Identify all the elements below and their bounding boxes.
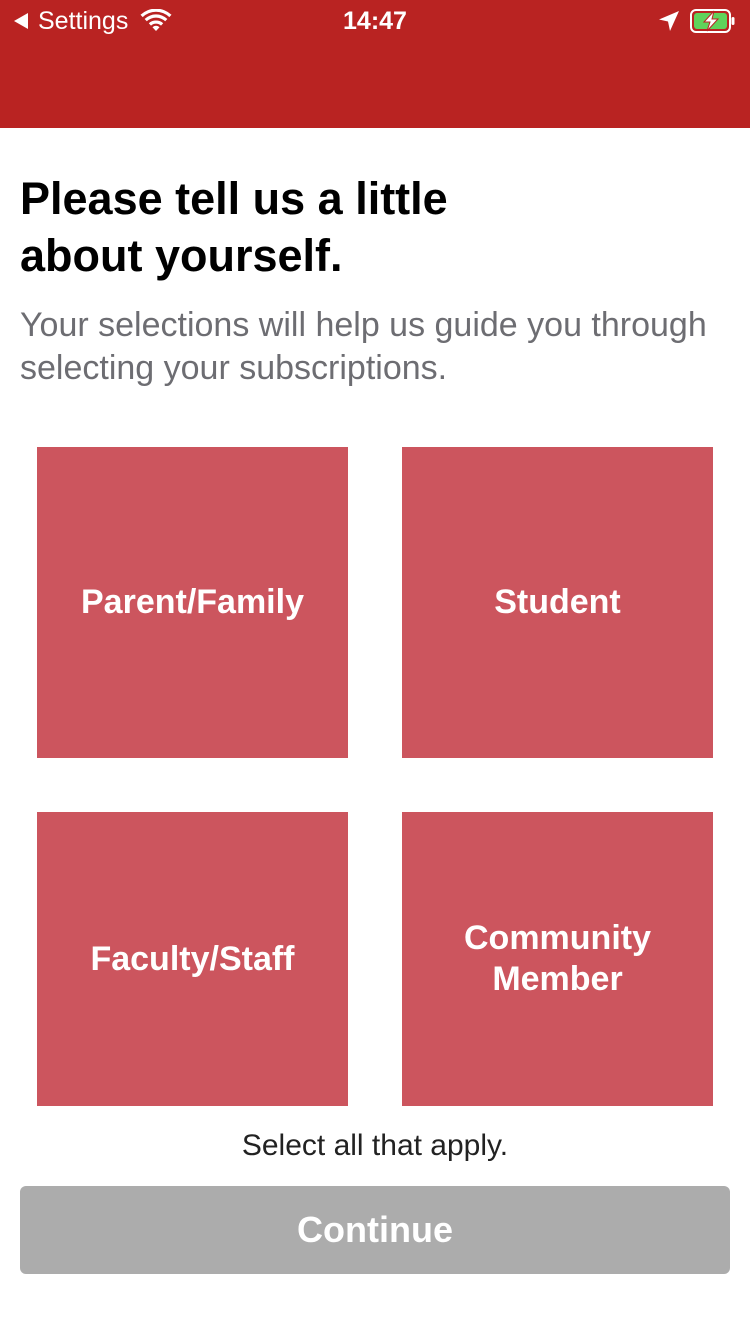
option-label: Student (494, 583, 621, 621)
status-time: 14:47 (343, 7, 407, 35)
option-label: Parent/Family (81, 583, 304, 621)
continue-button[interactable]: Continue (20, 1186, 730, 1274)
option-faculty-staff[interactable]: Faculty/Staff (37, 812, 348, 1106)
status-indicators (658, 6, 736, 36)
option-label: Faculty/Staff (90, 939, 295, 978)
page-title: Please tell us a little about yourself. (20, 173, 448, 281)
battery-charging-icon (690, 9, 735, 33)
header-bar: Settings 14:47 (0, 0, 750, 128)
option-student[interactable]: Student (402, 447, 713, 758)
screen: Settings 14:47 Please tell us a little a… (0, 0, 750, 1334)
page-subtitle: Your selections will help us guide you t… (20, 306, 707, 387)
option-label: Community Member (464, 919, 651, 998)
location-arrow-icon (659, 11, 679, 31)
select-hint: Select all that apply. (241, 1129, 509, 1162)
option-community-member[interactable]: Community Member (402, 812, 713, 1106)
option-parent-family[interactable]: Parent/Family (37, 447, 348, 758)
